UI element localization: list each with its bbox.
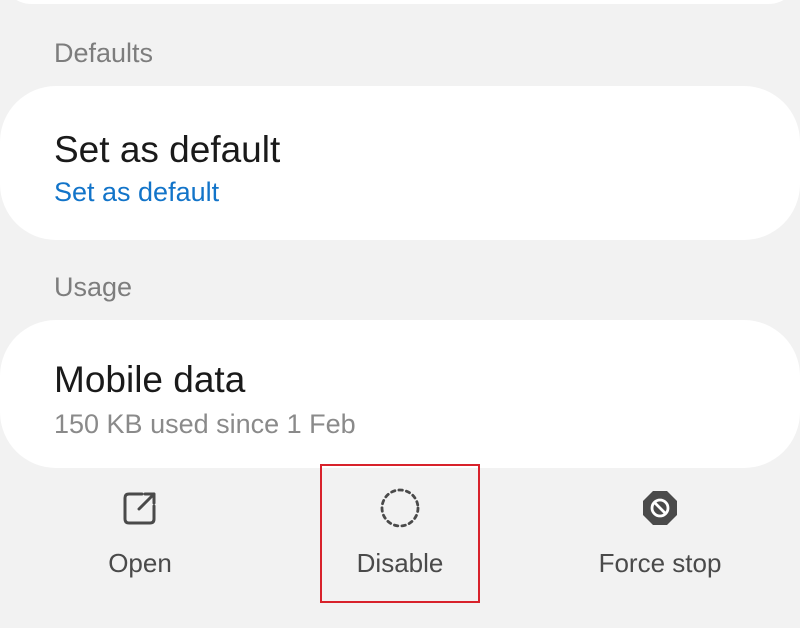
- open-button[interactable]: Open: [10, 468, 270, 628]
- stop-octagon-icon: [643, 491, 677, 525]
- previous-settings-card: [0, 0, 800, 4]
- mobile-data-title: Mobile data: [54, 359, 246, 400]
- force-stop-button[interactable]: Force stop: [530, 468, 790, 628]
- section-header-usage: Usage: [54, 272, 133, 302]
- open-label: Open: [108, 548, 172, 578]
- disable-highlight-box: [320, 464, 480, 603]
- set-as-default-card[interactable]: Set as default Set as default: [0, 86, 800, 240]
- mobile-data-usage: 150 KB used since 1 Feb: [54, 409, 356, 439]
- open-external-icon: [123, 492, 156, 525]
- section-header-defaults: Defaults: [54, 38, 154, 68]
- set-as-default-title: Set as default: [54, 129, 281, 170]
- set-as-default-link[interactable]: Set as default: [54, 177, 219, 208]
- force-stop-label: Force stop: [598, 548, 722, 578]
- mobile-data-card[interactable]: Mobile data 150 KB used since 1 Feb: [0, 320, 800, 468]
